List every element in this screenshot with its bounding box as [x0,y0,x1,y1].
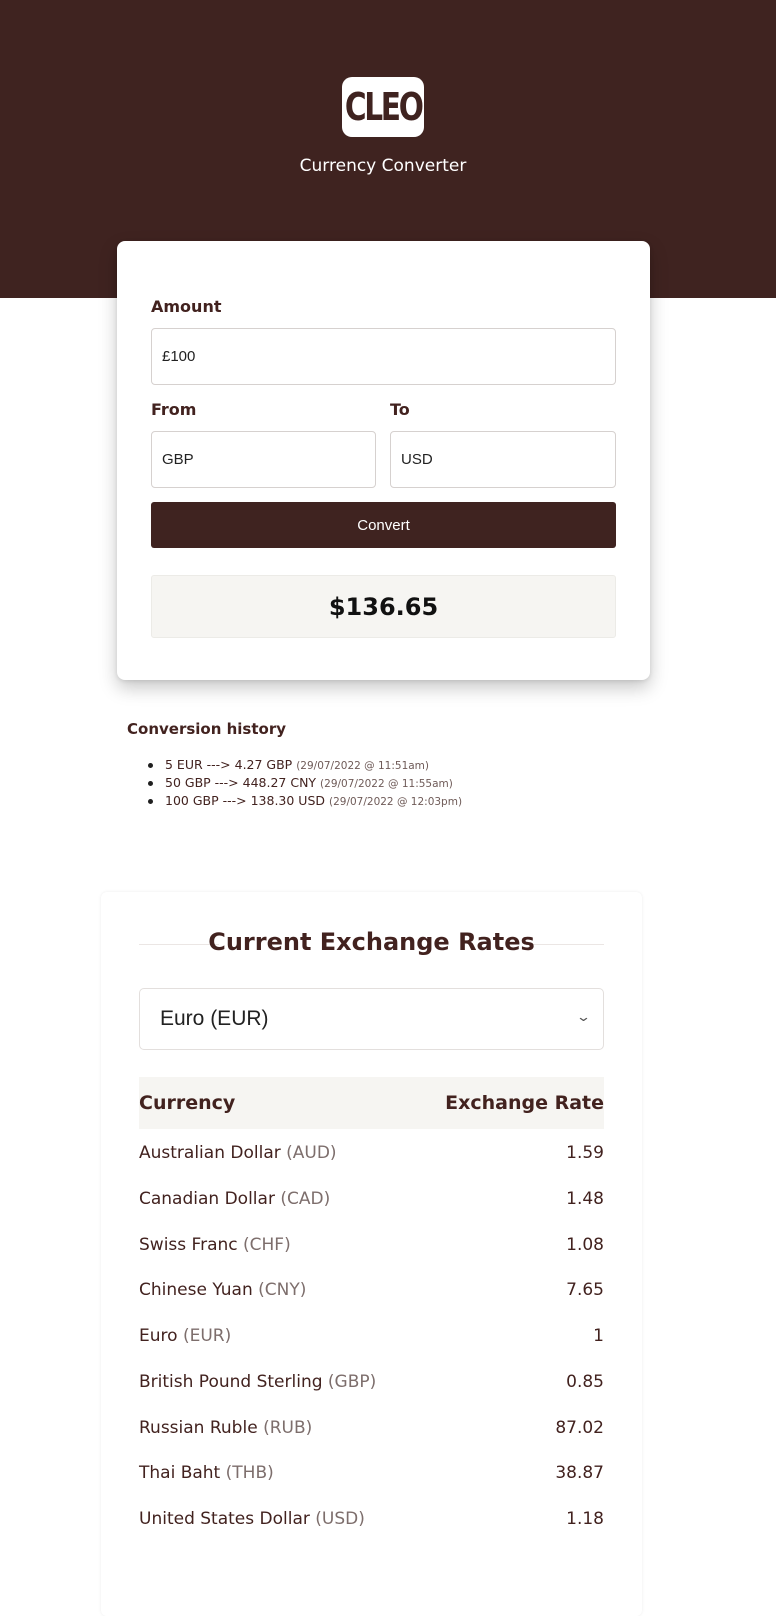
column-header-rate: Exchange Rate [445,1092,604,1114]
chevron-down-icon: ⌄ [575,1009,592,1024]
base-currency-select[interactable]: Euro (EUR) ⌄ [139,988,604,1050]
exchange-rate: 87.02 [555,1418,604,1438]
convert-button[interactable]: Convert [151,502,616,548]
currency-code: (AUD) [286,1143,337,1163]
history-item: 5 EUR ---> 4.27 GBP (29/07/2022 @ 11:51a… [148,756,462,774]
currency-name: Chinese Yuan [139,1280,253,1300]
history-item: 50 GBP ---> 448.27 CNY (29/07/2022 @ 11:… [148,774,462,792]
currency-code: (CHF) [243,1235,291,1255]
history-item-timestamp: (29/07/2022 @ 12:03pm) [329,796,463,808]
currency-name: Canadian Dollar [139,1189,275,1209]
amount-label: Amount [151,297,222,316]
currency-code: (CNY) [258,1280,307,1300]
bullet-icon [148,781,153,786]
base-currency-value: Euro (EUR) [160,1007,269,1030]
currency-name: Russian Ruble [139,1418,258,1438]
conversion-result: $136.65 [151,575,616,638]
exchange-rate: 7.65 [566,1280,604,1300]
currency-name: United States Dollar [139,1509,310,1529]
exchange-rate: 1.18 [566,1509,604,1529]
exchange-rate: 38.87 [555,1463,604,1483]
history-item-text: 50 GBP ---> 448.27 CNY [165,775,317,790]
history-item-text: 5 EUR ---> 4.27 GBP [165,757,293,772]
currency-name: Thai Baht [139,1463,221,1483]
table-row: Russian Ruble (RUB) 87.02 [139,1413,604,1443]
currency-name: Euro [139,1326,178,1346]
currency-code: (GBP) [327,1372,377,1392]
currency-name: Australian Dollar [139,1143,281,1163]
amount-input[interactable]: £100 [151,328,616,385]
page-subtitle: Currency Converter [299,156,467,176]
table-row: British Pound Sterling (GBP) 0.85 [139,1367,604,1397]
currency-name: Swiss Franc [139,1235,238,1255]
history-item-text: 100 GBP ---> 138.30 USD [165,793,326,808]
exchange-rate: 1.48 [566,1189,604,1209]
to-currency-input[interactable]: USD [390,431,616,488]
cleo-logo: CLEO [342,77,424,137]
rates-table-header: Currency Exchange Rate [139,1077,604,1129]
currency-code: (CAD) [280,1189,331,1209]
table-row: Thai Baht (THB) 38.87 [139,1458,604,1488]
history-item: 100 GBP ---> 138.30 USD (29/07/2022 @ 12… [148,792,463,810]
exchange-rate: 0.85 [566,1372,604,1392]
logo-text: CLEO [344,85,424,129]
bullet-icon [148,763,153,768]
table-row: United States Dollar (USD) 1.18 [139,1504,604,1534]
currency-code: (EUR) [182,1326,232,1346]
exchange-rates-panel: Current Exchange Rates Euro (EUR) ⌄ Curr… [101,892,642,1616]
to-label: To [390,400,410,419]
currency-code: (THB) [225,1463,274,1483]
currency-code: (RUB) [263,1418,313,1438]
exchange-rate: 1 [593,1326,604,1346]
currency-name: British Pound Sterling [139,1372,323,1392]
from-label: From [151,400,197,419]
converter-card: Amount £100 From GBP To USD Convert $136… [117,241,650,680]
history-title: Conversion history [127,720,287,738]
history-item-timestamp: (29/07/2022 @ 11:55am) [320,778,453,790]
currency-code: (USD) [315,1509,365,1529]
from-currency-input[interactable]: GBP [151,431,376,488]
history-list: 5 EUR ---> 4.27 GBP (29/07/2022 @ 11:51a… [148,756,463,810]
table-row: Euro (EUR) 1 [139,1321,604,1351]
table-row: Swiss Franc (CHF) 1.08 [139,1230,604,1260]
table-row: Chinese Yuan (CNY) 7.65 [139,1275,604,1305]
bullet-icon [148,799,153,804]
table-row: Australian Dollar (AUD) 1.59 [139,1138,604,1168]
table-row: Canadian Dollar (CAD) 1.48 [139,1184,604,1214]
column-header-currency: Currency [139,1092,236,1114]
history-item-timestamp: (29/07/2022 @ 11:51am) [296,760,430,772]
rates-title: Current Exchange Rates [208,928,535,956]
exchange-rate: 1.59 [566,1143,604,1163]
exchange-rate: 1.08 [566,1235,604,1255]
